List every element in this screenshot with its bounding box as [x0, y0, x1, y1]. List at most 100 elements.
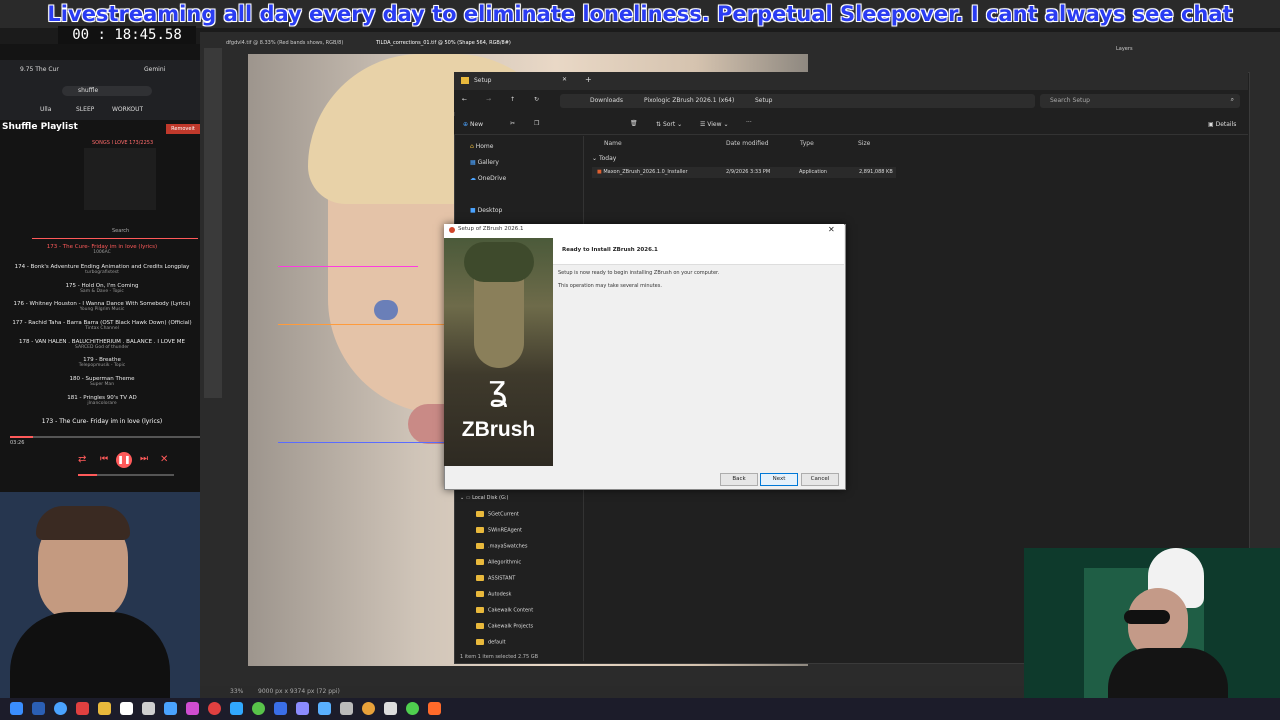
nav-home[interactable]: ⌂ Home — [470, 143, 493, 150]
taskbar-app-icon[interactable] — [406, 702, 419, 715]
nav-folder[interactable]: default — [476, 639, 506, 646]
ps-tab-1[interactable]: dfgdvl4.tif @ 8.33% (Red bands shows, RG… — [226, 40, 343, 46]
next-button[interactable]: Next — [760, 473, 798, 486]
new-tab-icon[interactable]: + — [585, 75, 592, 84]
taskbar-app-icon[interactable] — [164, 702, 177, 715]
chrome-icon[interactable] — [362, 702, 375, 715]
cancel-button[interactable]: Cancel — [801, 473, 839, 486]
view-button[interactable]: ☰ View ⌄ — [700, 121, 728, 128]
playlist-title: Shuffle Playlist — [2, 122, 78, 132]
explorer-tab-title[interactable]: Setup — [474, 77, 491, 84]
playlist-search[interactable]: Search — [112, 228, 129, 234]
divider — [32, 238, 198, 239]
gemini-tab[interactable]: Gemini — [144, 66, 165, 73]
bookmark-ulla[interactable]: Ulla — [40, 106, 51, 113]
nav-folder[interactable]: .mayaSwatches — [476, 543, 527, 550]
nav-local-disk[interactable]: ⌄ ▭ Local Disk (G:) — [460, 495, 508, 501]
taskbar-app-icon[interactable] — [120, 702, 133, 715]
start-icon[interactable] — [10, 702, 23, 715]
search-placeholder: Search Setup — [1050, 97, 1090, 104]
col-date[interactable]: Date modified — [726, 140, 769, 147]
track-row[interactable]: 173 - The Cure- Friday im in love (lyric… — [4, 244, 200, 255]
taskbar-app-icon[interactable] — [274, 702, 287, 715]
track-row[interactable]: 179 - Breathe Telepopmusik - Topic — [4, 357, 200, 368]
file-explorer-icon[interactable] — [98, 702, 111, 715]
nav-onedrive[interactable]: ☁ OneDrive — [470, 175, 506, 182]
close-icon[interactable]: ✕ — [160, 454, 168, 465]
playlist-header: SONGS I LOVE 173/2253 — [92, 140, 154, 146]
nav-gallery[interactable]: ▦ Gallery — [470, 159, 499, 166]
nav-folder[interactable]: 5WinREAgent — [476, 527, 522, 534]
refresh-icon[interactable]: ↻ — [534, 96, 539, 103]
edge-icon[interactable] — [54, 702, 67, 715]
dialog-close-icon[interactable]: ✕ — [828, 225, 835, 234]
col-type[interactable]: Type — [800, 140, 814, 147]
back-button[interactable]: Back — [720, 473, 758, 486]
prev-icon[interactable]: ⏮ — [100, 454, 108, 464]
file-row[interactable]: ■ Maxon_ZBrush_2026.1.0_Installer 2/9/20… — [592, 167, 896, 178]
col-name[interactable]: Name — [604, 140, 622, 147]
nav-folder[interactable]: 5GetCurrent — [476, 511, 519, 518]
track-row[interactable]: 174 - Bonk's Adventure Ending Animation … — [4, 264, 200, 275]
ps-layers-label[interactable]: Layers — [1116, 46, 1133, 52]
details-button[interactable]: ▣ Details — [1208, 121, 1236, 128]
taskbar-app-icon[interactable] — [32, 702, 45, 715]
dialog-body-2: This operation may take several minutes. — [558, 283, 662, 289]
explorer-search-input[interactable]: Search Setup ⌕ — [1040, 94, 1240, 108]
zbrush-app-icon — [449, 227, 455, 233]
cut-icon[interactable]: ✂ — [510, 120, 515, 127]
nav-folder[interactable]: Cakewalk Content — [476, 607, 533, 614]
nav-folder[interactable]: Cakewalk Projects — [476, 623, 533, 630]
delete-icon[interactable]: 🗑 — [630, 120, 638, 127]
track-row[interactable]: 176 - Whitney Houston - I Wanna Dance Wi… — [4, 301, 200, 312]
track-row[interactable]: 180 - Superman Theme Super Man — [4, 376, 200, 387]
taskbar-app-icon[interactable] — [340, 702, 353, 715]
taskbar-app-icon[interactable] — [142, 702, 155, 715]
playlist-remove-button[interactable]: Removeit — [166, 124, 200, 134]
taskbar-app-icon[interactable] — [252, 702, 265, 715]
back-arrow-icon[interactable]: ← — [462, 96, 467, 103]
taskbar-app-icon[interactable] — [384, 702, 397, 715]
track-row[interactable]: 177 - Rachid Taha - Barra Barra (OST Bla… — [4, 320, 200, 331]
track-row[interactable]: 175 - Hold On, I'm Coming Sam & Dave - To… — [4, 283, 200, 294]
next-icon[interactable]: ⏭ — [140, 454, 148, 464]
forward-arrow-icon[interactable]: → — [486, 96, 491, 103]
track-row[interactable]: 178 - VAN HALEN . BALUCHITHERIUM . BALAN… — [4, 339, 200, 350]
volume-slider[interactable] — [78, 474, 174, 476]
taskbar-app-icon[interactable] — [318, 702, 331, 715]
track-row[interactable]: 181 - Pringles 90's TV AD jlnancolorare — [4, 395, 200, 406]
group-today[interactable]: ⌄ Today — [592, 155, 616, 162]
file-date: 2/9/2026 3:33 PM — [726, 169, 771, 175]
taskbar-app-icon[interactable] — [208, 702, 221, 715]
taskbar-app-icon[interactable] — [186, 702, 199, 715]
nav-folder[interactable]: Autodesk — [476, 591, 511, 598]
ps-tab-2[interactable]: TILDA_corrections_01.tif @ 50% (Shape 56… — [376, 40, 511, 46]
nav-folder[interactable]: Allegorithmic — [476, 559, 521, 566]
taskbar-app-icon[interactable] — [76, 702, 89, 715]
copy-icon[interactable]: ❐ — [534, 120, 539, 127]
zbrush-installer-icon[interactable] — [428, 702, 441, 715]
sort-button[interactable]: ⇅ Sort ⌄ — [656, 121, 682, 128]
bookmark-sleep[interactable]: SLEEP — [76, 106, 94, 113]
bookmark-workout[interactable]: WORKOUT — [112, 106, 143, 113]
shuffle-icon[interactable]: ⇄ — [78, 454, 86, 465]
breadcrumb-downloads[interactable]: Downloads — [590, 97, 623, 104]
new-button[interactable]: ⊕ New — [463, 121, 483, 128]
breadcrumb-zbrush[interactable]: Pixologic ZBrush 2026.1 (x64) — [644, 97, 734, 104]
breadcrumb-setup[interactable]: Setup — [755, 97, 772, 104]
up-arrow-icon[interactable]: ↑ — [510, 96, 515, 103]
nav-folder[interactable]: ASSISTANT — [476, 575, 515, 582]
ps-tools-panel[interactable] — [204, 48, 222, 398]
pause-button[interactable]: ❚❚ — [116, 452, 132, 468]
more-icon[interactable]: ··· — [746, 119, 752, 126]
explorer-breadcrumb[interactable]: Downloads Pixologic ZBrush 2026.1 (x64) … — [560, 94, 1035, 108]
col-size[interactable]: Size — [858, 140, 870, 147]
photoshop-icon[interactable] — [230, 702, 243, 715]
browser-address-bar[interactable]: shuffle — [62, 86, 152, 96]
taskbar-app-icon[interactable] — [296, 702, 309, 715]
nav-desktop[interactable]: ■ Desktop — [470, 207, 502, 214]
seek-bar[interactable] — [10, 436, 200, 438]
browser-tab[interactable]: 9.75 The Cur — [20, 66, 59, 73]
close-tab-icon[interactable]: ✕ — [562, 76, 567, 83]
zbrush-splash-art: ZBrush ʓ — [444, 238, 553, 466]
